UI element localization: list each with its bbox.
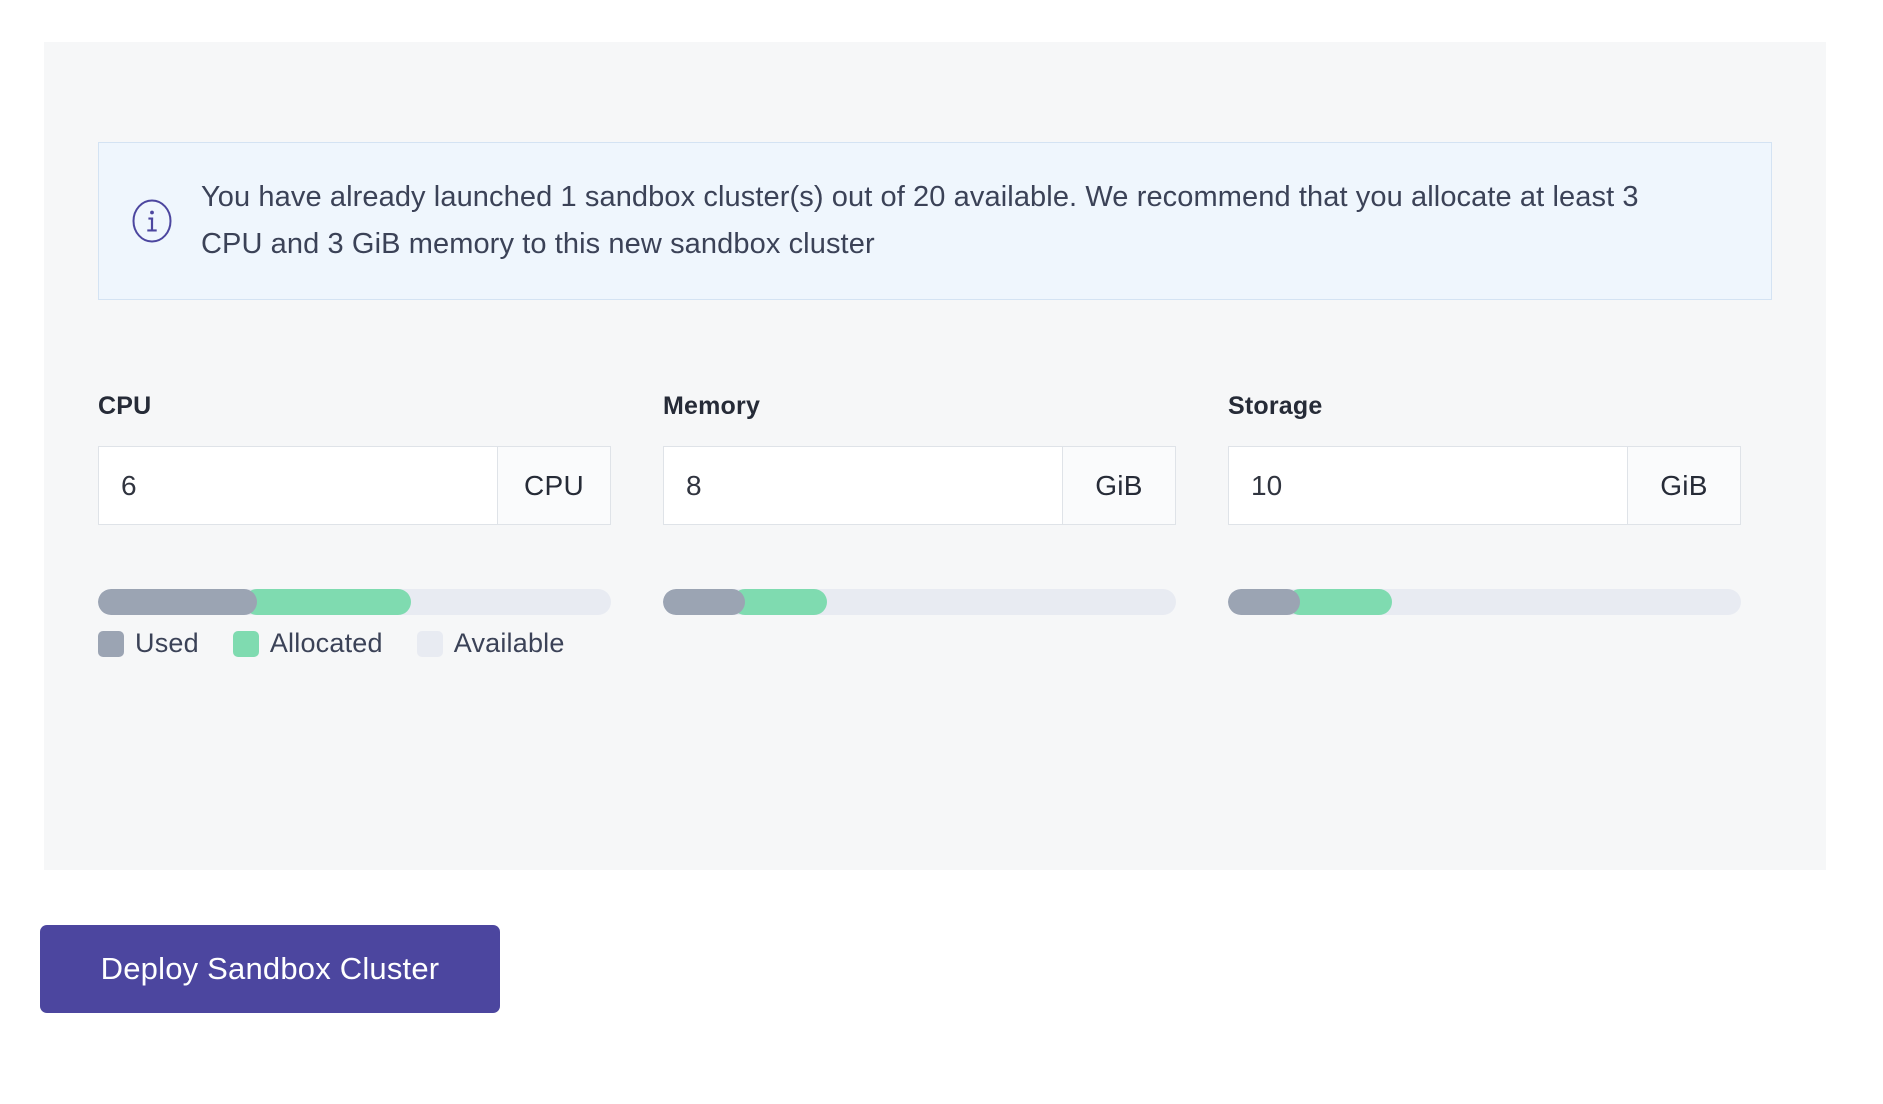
legend-swatch-available [416, 630, 443, 657]
cpu-input-group[interactable]: CPU [98, 446, 611, 525]
cpu-usage-bar [98, 589, 611, 615]
storage-usage-bar [1228, 589, 1741, 615]
cpu-bar-segment-allocated [244, 589, 411, 615]
deploy-sandbox-cluster-button[interactable]: Deploy Sandbox Cluster [40, 925, 500, 1013]
storage-bar-segment-allocated [1286, 589, 1393, 615]
memory-unit-addon: GiB [1062, 447, 1175, 524]
storage-field-label: Storage [1228, 392, 1323, 420]
info-circle-icon [129, 198, 175, 244]
resource-column-cpu: CPU CPU Used Allocated [98, 392, 618, 658]
resource-columns: CPU CPU Used Allocated [98, 392, 1778, 658]
cpu-field-label: CPU [98, 392, 152, 420]
cpu-bar-segment-used [98, 589, 258, 615]
memory-usage-bar [663, 589, 1176, 615]
legend-item-allocated: Allocated [232, 628, 383, 659]
memory-field-label: Memory [663, 392, 761, 420]
resource-allocation-card: You have already launched 1 sandbox clus… [44, 42, 1826, 870]
legend-label-available: Available [453, 628, 565, 658]
storage-bar-segment-used [1228, 589, 1300, 615]
cpu-input[interactable] [99, 447, 497, 524]
memory-bar-segment-allocated [732, 589, 828, 615]
resource-column-memory: Memory GiB [663, 392, 1183, 615]
deploy-button-label: Deploy Sandbox Cluster [100, 951, 440, 986]
storage-input[interactable] [1229, 447, 1627, 524]
legend-swatch-allocated [232, 630, 259, 657]
memory-input-group[interactable]: GiB [663, 446, 1176, 525]
info-alert-message: You have already launched 1 sandbox clus… [201, 181, 1639, 260]
info-alert: You have already launched 1 sandbox clus… [98, 142, 1772, 300]
usage-legend: Used Allocated Available [98, 628, 565, 659]
sandbox-cluster-resource-form: You have already launched 1 sandbox clus… [0, 0, 1883, 1104]
memory-input[interactable] [664, 447, 1062, 524]
storage-unit-addon: GiB [1627, 447, 1740, 524]
legend-swatch-used [98, 630, 124, 657]
legend-item-used: Used [98, 628, 199, 659]
memory-bar-segment-used [663, 589, 746, 615]
storage-input-group[interactable]: GiB [1228, 446, 1741, 525]
legend-label-used: Used [135, 628, 199, 658]
legend-label-allocated: Allocated [269, 628, 383, 658]
cpu-unit-addon: CPU [497, 447, 610, 524]
legend-item-available: Available [416, 628, 565, 659]
resource-column-storage: Storage GiB [1228, 392, 1748, 615]
